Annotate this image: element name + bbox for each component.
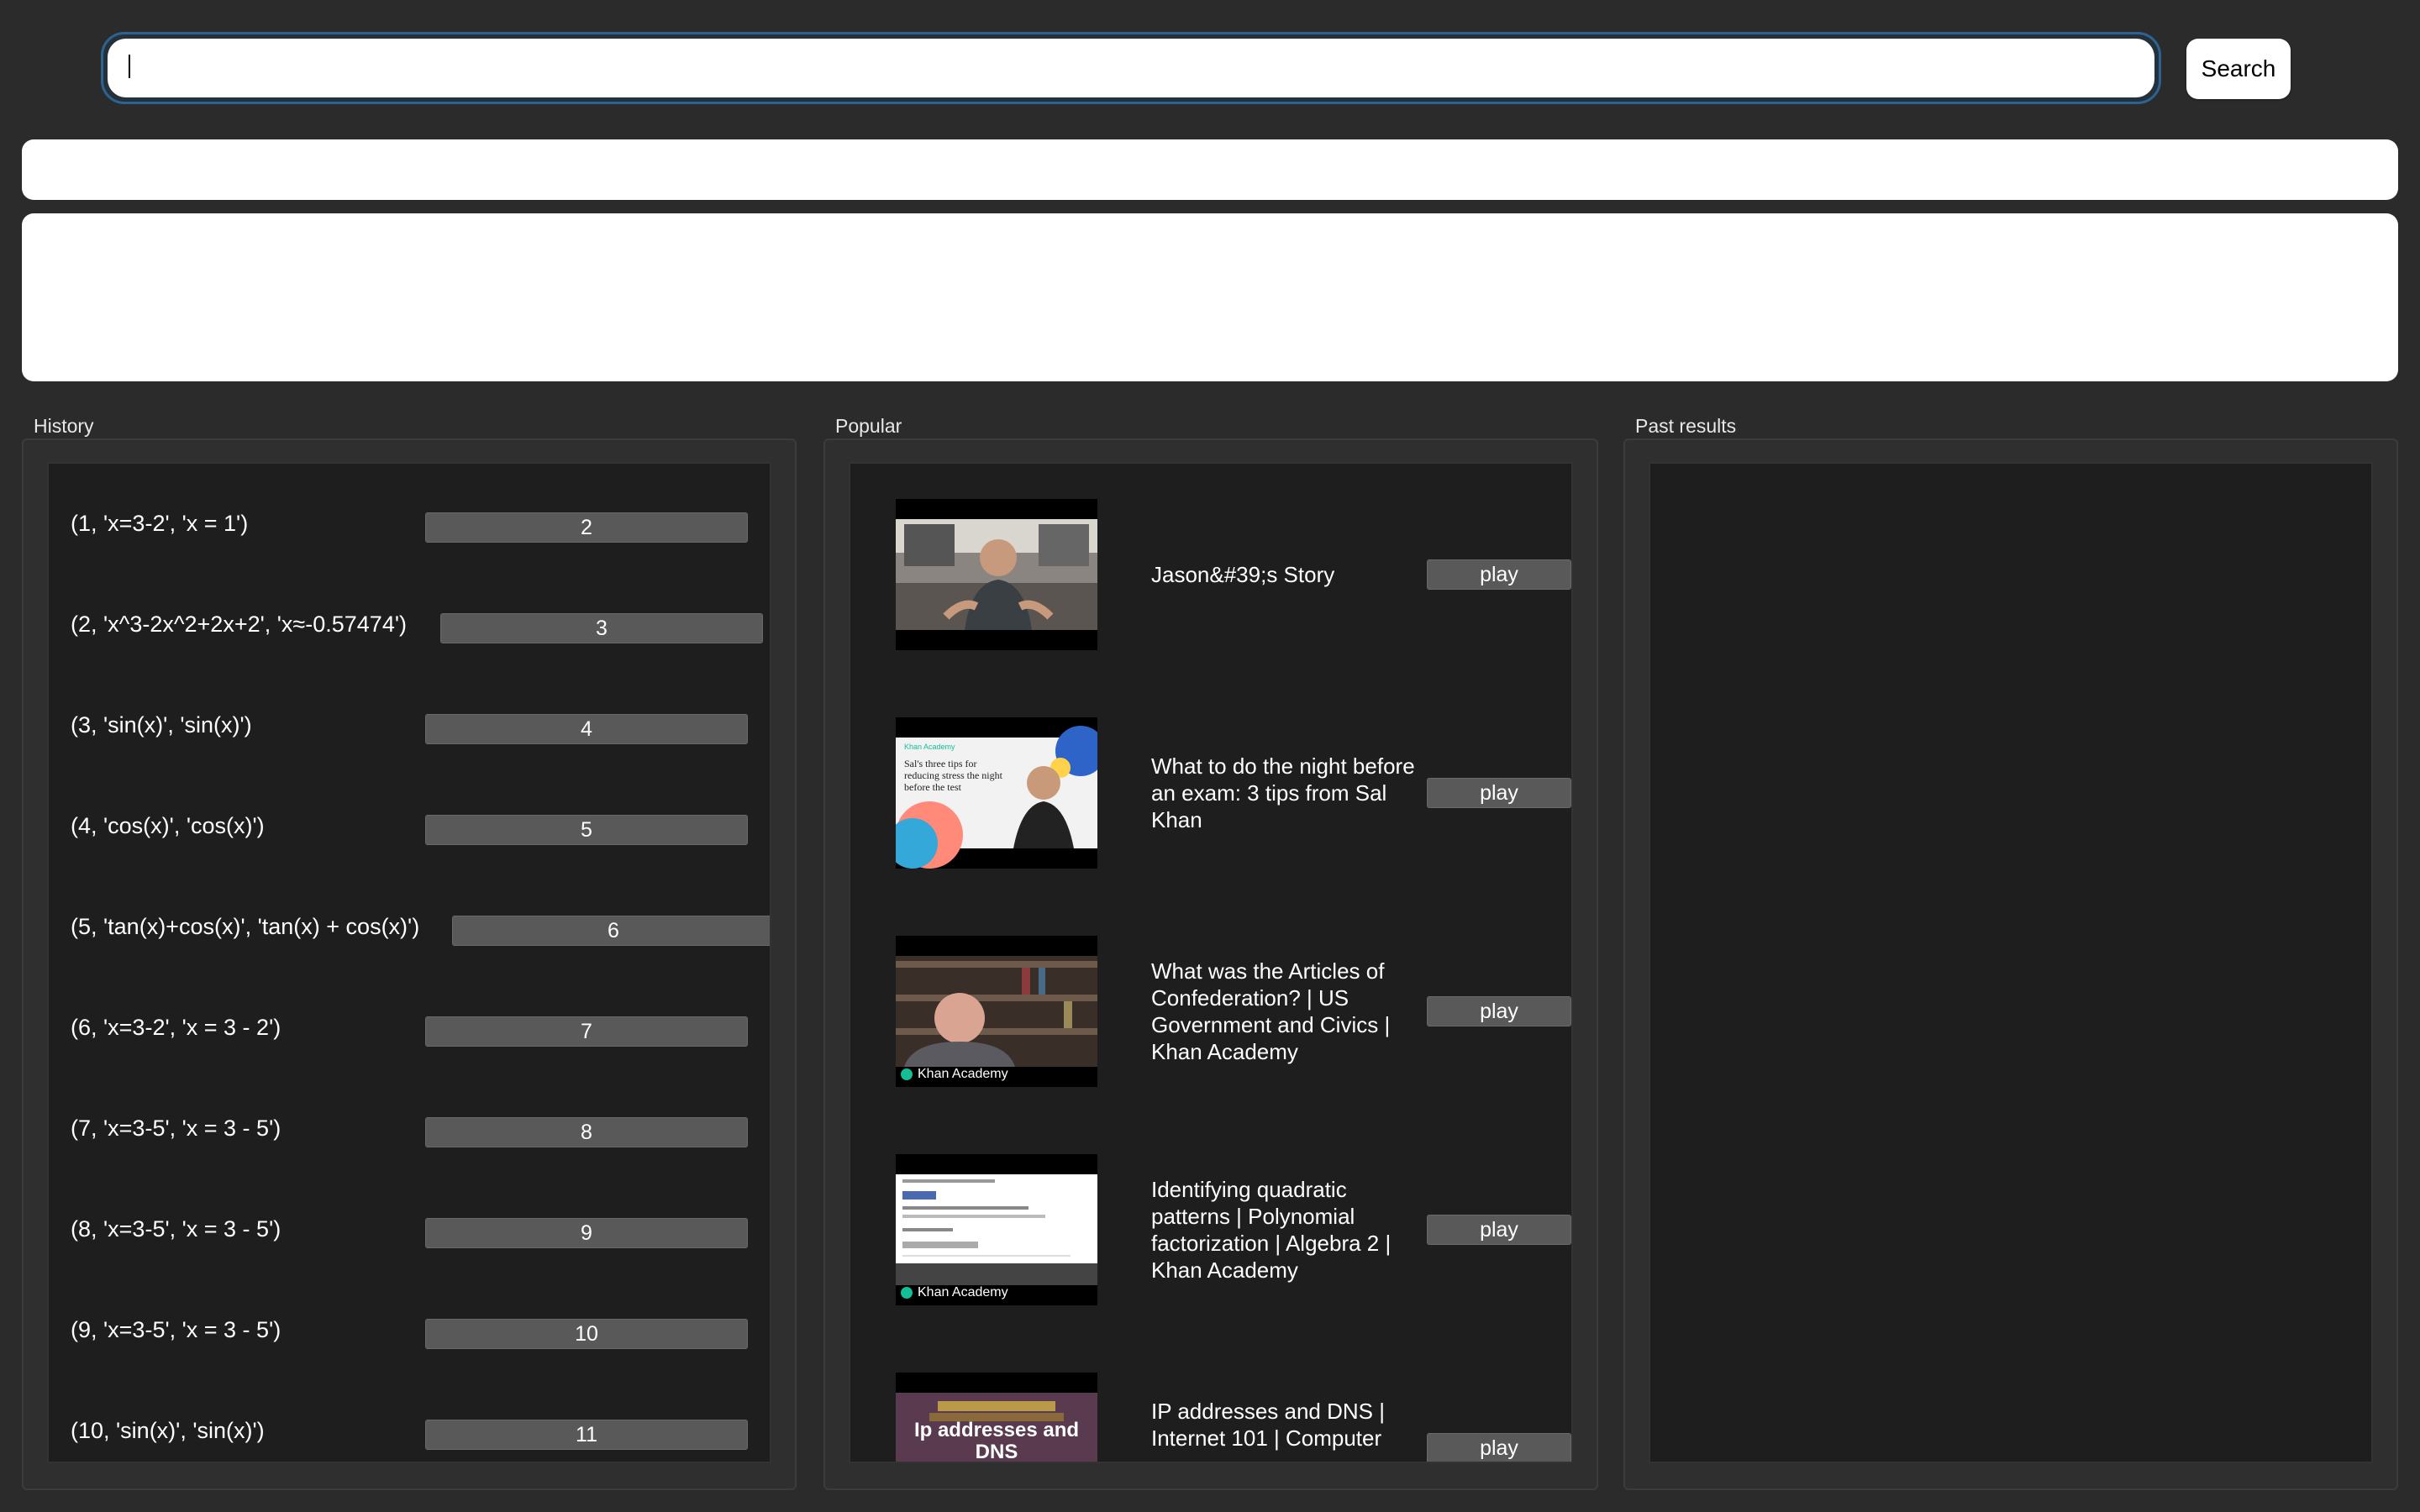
popular-item: Khan Academy What was the Articles of Co… [850, 936, 1571, 1087]
video-thumbnail[interactable] [896, 499, 1097, 650]
history-item-button[interactable]: 7 [425, 1016, 748, 1047]
history-item: (9, 'x=3-5', 'x = 3 - 5') 10 [49, 1307, 770, 1357]
text-caret [129, 55, 130, 78]
history-item-text: (2, 'x^3-2x^2+2x+2', 'x≈-0.57474') [71, 612, 407, 637]
history-item-button[interactable]: 5 [425, 815, 748, 845]
history-item-button[interactable]: 10 [425, 1319, 748, 1349]
history-item-text: (5, 'tan(x)+cos(x)', 'tan(x) + cos(x)') [71, 914, 420, 939]
popular-list[interactable]: Jason&#39;s Story play Sal's three tips … [849, 462, 1573, 1463]
history-item-text: (1, 'x=3-2', 'x = 1') [71, 511, 249, 536]
search-button[interactable]: Search [2186, 39, 2291, 99]
play-button[interactable]: play [1427, 559, 1571, 590]
thumbnail-caption: Sal's three tips for reducing stress the… [904, 758, 1002, 793]
result-text-box [22, 139, 2398, 200]
khan-academy-badge: Khan Academy [901, 1285, 1008, 1300]
video-thumbnail[interactable]: Khan Academy [896, 1154, 1097, 1305]
play-button[interactable]: play [1427, 996, 1571, 1026]
history-item: (10, 'sin(x)', 'sin(x)') 11 [49, 1408, 770, 1458]
video-thumbnail[interactable]: Sal's three tips for reducing stress the… [896, 717, 1097, 869]
history-item-text: (10, 'sin(x)', 'sin(x)') [71, 1418, 265, 1443]
video-thumbnail[interactable]: Khan Academy [896, 936, 1097, 1087]
thumbnail-brand: Khan Academy [918, 1285, 1008, 1299]
popular-item: Khan Academy Identifying quadratic patte… [850, 1154, 1571, 1305]
play-button[interactable]: play [1427, 778, 1571, 808]
thumbnail-brand: Khan Academy [918, 1067, 1008, 1081]
khan-academy-badge: Khan Academy [901, 1067, 1008, 1082]
history-item: (4, 'cos(x)', 'cos(x)') 5 [49, 803, 770, 853]
thumbnail-caption: Ip addresses and DNS [913, 1419, 1080, 1463]
history-item-button[interactable]: 8 [425, 1117, 748, 1147]
video-title: What to do the night before an exam: 3 t… [1151, 753, 1415, 832]
video-thumbnail[interactable]: Ip addresses and DNS [896, 1373, 1097, 1463]
popular-label: Popular [835, 415, 902, 437]
history-item-button[interactable]: 6 [452, 916, 770, 946]
play-button[interactable]: play [1427, 1215, 1571, 1245]
popular-item: Jason&#39;s Story play [850, 499, 1571, 650]
history-item: (7, 'x=3-5', 'x = 3 - 5') 8 [49, 1105, 770, 1156]
video-title: Jason&#39;s Story [1151, 562, 1335, 587]
history-item-text: (6, 'x=3-2', 'x = 3 - 2') [71, 1015, 281, 1040]
history-item-button[interactable]: 11 [425, 1420, 748, 1450]
history-item-text: (3, 'sin(x)', 'sin(x)') [71, 712, 252, 738]
history-item-button[interactable]: 2 [425, 512, 748, 543]
history-item: (8, 'x=3-5', 'x = 3 - 5') 9 [49, 1206, 770, 1257]
history-item: (3, 'sin(x)', 'sin(x)') 4 [49, 702, 770, 753]
history-label: History [34, 415, 94, 437]
past-results-list[interactable] [1649, 462, 2373, 1463]
khan-academy-logo-icon [901, 1068, 913, 1080]
video-title: Identifying quadratic patterns | Polynom… [1151, 1177, 1392, 1283]
history-item-text: (7, 'x=3-5', 'x = 3 - 5') [71, 1116, 281, 1141]
history-item-button[interactable]: 4 [425, 714, 748, 744]
history-item: (1, 'x=3-2', 'x = 1') 2 [49, 501, 770, 551]
video-title: IP addresses and DNS | Internet 101 | Co… [1151, 1399, 1385, 1451]
history-item-text: (8, 'x=3-5', 'x = 3 - 5') [71, 1216, 281, 1242]
history-list[interactable]: (1, 'x=3-2', 'x = 1') 2 (2, 'x^3-2x^2+2x… [47, 462, 771, 1463]
past-results-label: Past results [1635, 415, 1737, 437]
video-title: What was the Articles of Confederation? … [1151, 958, 1391, 1064]
history-item-text: (9, 'x=3-5', 'x = 3 - 5') [71, 1317, 281, 1342]
history-item-button[interactable]: 9 [425, 1218, 748, 1248]
popular-item: Sal's three tips for reducing stress the… [850, 717, 1571, 869]
history-item: (2, 'x^3-2x^2+2x+2', 'x≈-0.57474') 3 [49, 601, 770, 652]
popular-item: Ip addresses and DNS IP addresses and DN… [850, 1373, 1571, 1463]
thumbnail-brand: Khan Academy [904, 743, 955, 751]
search-focus-ring [101, 32, 2161, 104]
history-item-text: (4, 'cos(x)', 'cos(x)') [71, 813, 265, 838]
result-detail-box [22, 213, 2398, 381]
app-window: Search History (1, 'x=3-2', 'x = 1') 2 (… [0, 0, 2420, 1512]
play-button[interactable]: play [1427, 1433, 1571, 1462]
history-item-button[interactable]: 3 [440, 613, 763, 643]
search-input[interactable] [108, 39, 2154, 97]
khan-academy-logo-icon [901, 1287, 913, 1299]
history-item: (6, 'x=3-2', 'x = 3 - 2') 7 [49, 1005, 770, 1055]
history-item: (5, 'tan(x)+cos(x)', 'tan(x) + cos(x)') … [49, 904, 770, 954]
